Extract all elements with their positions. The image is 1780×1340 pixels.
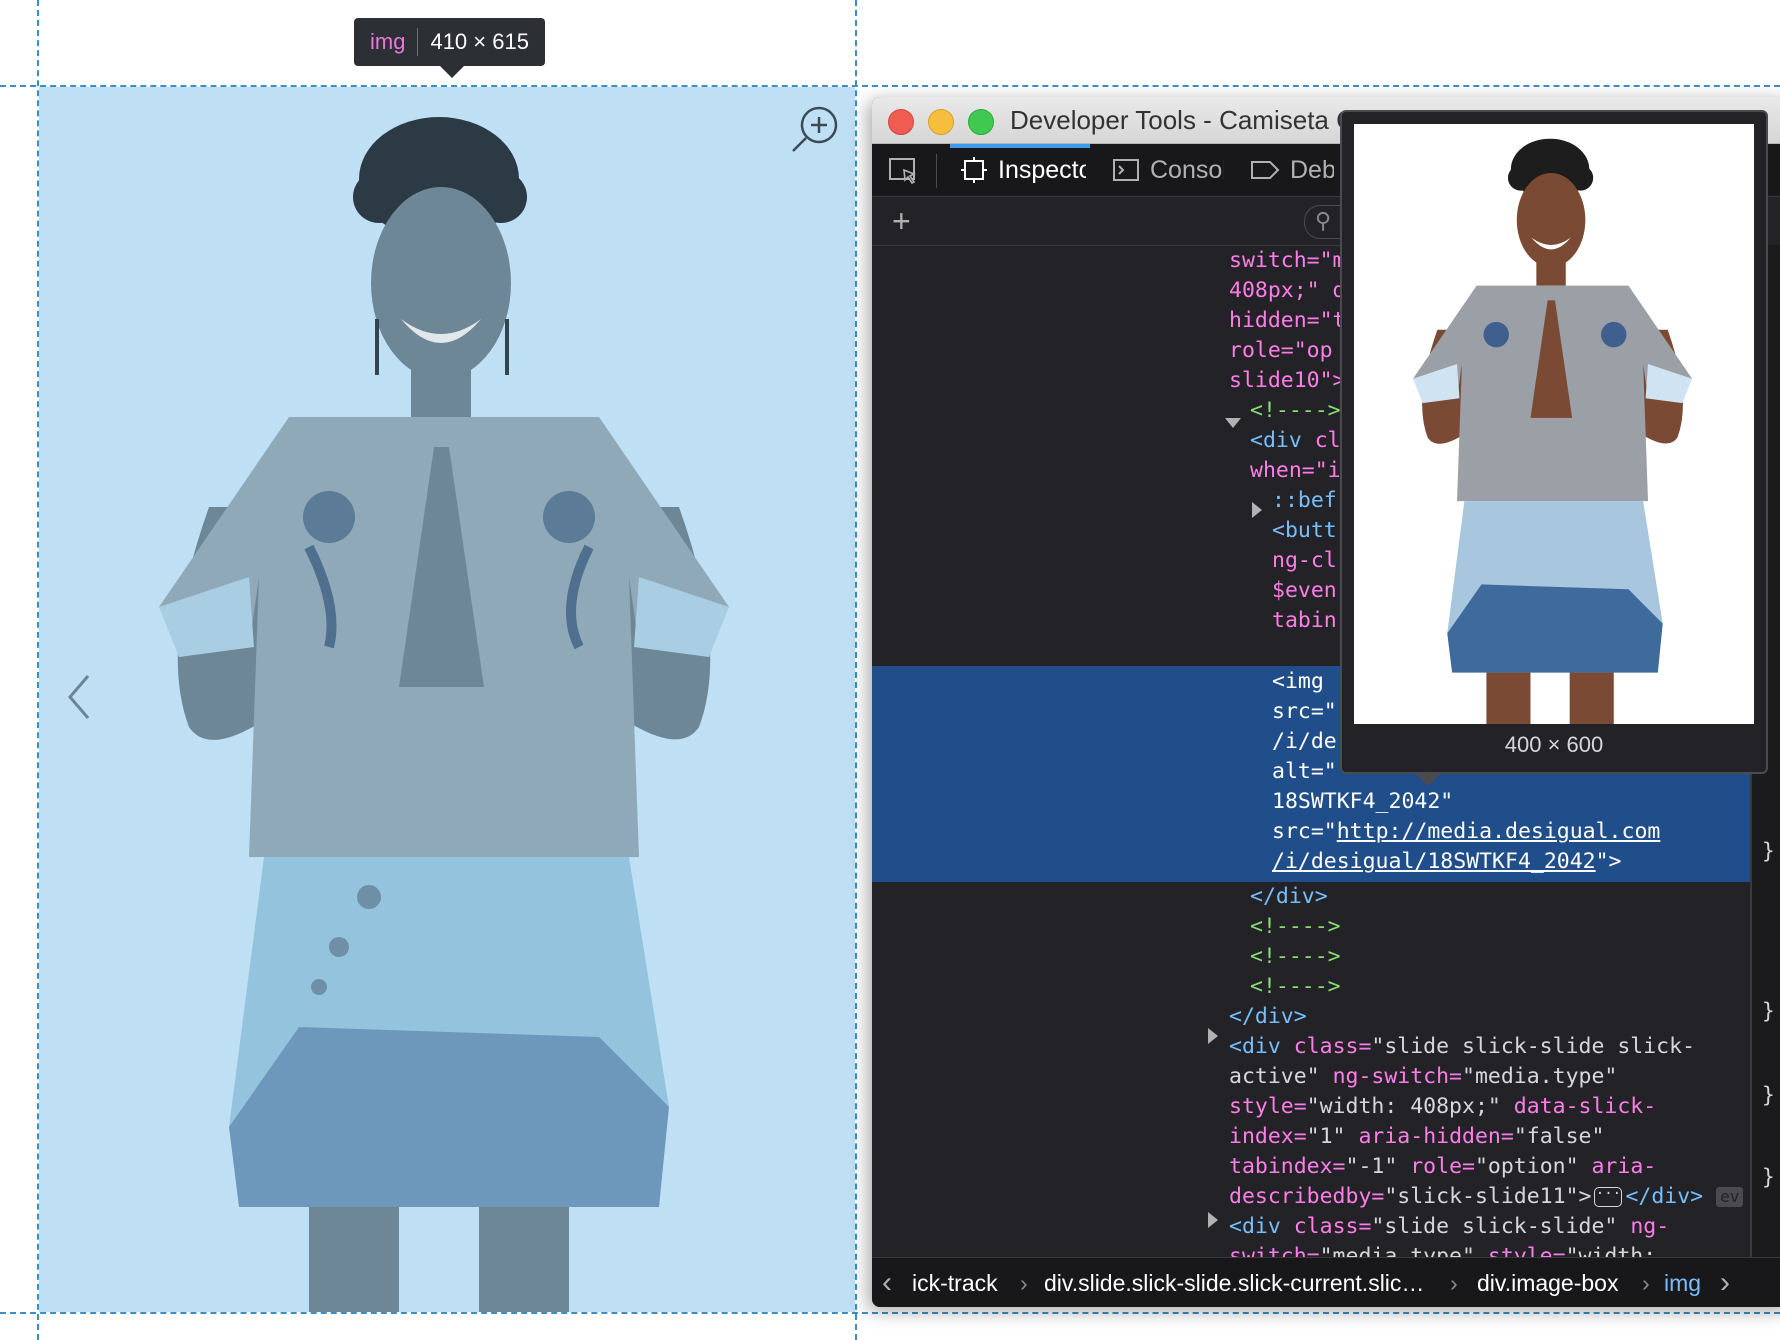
- markup-comment[interactable]: <!---->: [1250, 972, 1341, 1002]
- breadcrumb-separator: ›: [1450, 1270, 1458, 1296]
- tooltip-separator: [417, 28, 419, 56]
- element-size-tooltip: img 410 × 615: [354, 18, 545, 78]
- markup-line[interactable]: switch="m: [1229, 246, 1346, 276]
- collapse-twisty-icon[interactable]: [1225, 418, 1241, 428]
- tooltip-dimensions: 410 × 615: [430, 29, 529, 54]
- markup-line[interactable]: role="op: [1229, 336, 1333, 366]
- chevron-left-icon[interactable]: ‹: [882, 1266, 892, 1300]
- image-preview-tooltip: 400 × 600: [1340, 110, 1768, 786]
- console-icon: [1113, 159, 1139, 181]
- zoom-in-icon[interactable]: [790, 104, 840, 154]
- event-badge[interactable]: ev: [1716, 1187, 1744, 1207]
- expand-twisty-icon[interactable]: [1208, 1212, 1218, 1228]
- markup-line[interactable]: <div class="slide slick-slide" ng-: [1229, 1212, 1669, 1242]
- markup-pseudo[interactable]: ::bef: [1272, 486, 1337, 516]
- markup-line[interactable]: src="http://media.desigual.com: [1272, 817, 1660, 847]
- element-picker-icon[interactable]: [888, 156, 918, 186]
- markup-line[interactable]: /i/de: [1272, 727, 1337, 757]
- markup-line[interactable]: ng-cl: [1272, 546, 1337, 576]
- markup-line[interactable]: 18SWTKF4_2042": [1272, 787, 1453, 817]
- preview-dimensions: 400 × 600: [1504, 732, 1604, 757]
- model-photo: [159, 117, 729, 1312]
- markup-line[interactable]: style="width: 408px;" data-slick-: [1229, 1092, 1656, 1122]
- markup-line[interactable]: <div class="slide slick-slide slick-: [1229, 1032, 1695, 1062]
- collapsed-children-icon[interactable]: ···: [1594, 1187, 1623, 1207]
- tooltip-tag: img: [370, 29, 406, 54]
- search-icon: ⚲: [1315, 208, 1332, 233]
- expand-twisty-icon[interactable]: [1252, 502, 1262, 518]
- breadcrumb-separator: ›: [1642, 1270, 1650, 1296]
- preview-image: [1354, 124, 1754, 724]
- chevron-right-icon[interactable]: ›: [1720, 1266, 1730, 1300]
- markup-comment[interactable]: <!---->: [1250, 912, 1341, 942]
- breadcrumb-item[interactable]: div.image-box: [1477, 1270, 1618, 1297]
- markup-line[interactable]: </div>: [1250, 882, 1328, 912]
- breadcrumb-item[interactable]: ick-track: [912, 1270, 998, 1297]
- tab-debugger-label: Debugger: [1290, 155, 1334, 184]
- tab-inspector[interactable]: Inspector: [950, 144, 1090, 196]
- markup-line[interactable]: when="i: [1250, 456, 1341, 486]
- highlighted-product-image[interactable]: [39, 87, 855, 1312]
- add-node-button[interactable]: +: [892, 205, 911, 237]
- breadcrumb-item-current[interactable]: img: [1664, 1270, 1701, 1297]
- markup-line[interactable]: src=": [1272, 697, 1337, 727]
- image-src-link-continued[interactable]: /i/desigual/18SWTKF4_2042: [1272, 849, 1596, 874]
- markup-line[interactable]: $even: [1272, 576, 1337, 606]
- layout-guide-bottom: [0, 1312, 1780, 1314]
- close-window-button[interactable]: [888, 109, 914, 135]
- markup-line[interactable]: 408px;" d: [1229, 276, 1346, 306]
- tab-console[interactable]: Console: [1112, 144, 1224, 196]
- markup-line[interactable]: /i/desigual/18SWTKF4_2042">: [1272, 847, 1622, 877]
- image-src-link[interactable]: http://media.desigual.com: [1337, 819, 1661, 844]
- selected-img-node[interactable]: <img: [1272, 667, 1324, 697]
- tab-inspector-label: Inspector: [998, 155, 1086, 184]
- window-title: Developer Tools - Camiseta Cre: [1010, 105, 1378, 135]
- markup-line[interactable]: alt=": [1272, 757, 1337, 787]
- markup-line[interactable]: <div cl: [1250, 426, 1341, 456]
- breadcrumb-separator: ›: [1020, 1270, 1028, 1296]
- breadcrumb-item[interactable]: div.slide.slick-slide.slick-current.slic…: [1044, 1270, 1424, 1297]
- minimize-window-button[interactable]: [928, 109, 954, 135]
- layout-guide-right: [855, 0, 857, 1340]
- markup-line[interactable]: </div>: [1229, 1002, 1307, 1032]
- markup-line[interactable]: tabin: [1272, 606, 1337, 636]
- tab-console-label: Console: [1150, 155, 1224, 184]
- markup-line[interactable]: active" ng-switch="media.type": [1229, 1062, 1617, 1092]
- markup-line[interactable]: slide10">: [1229, 366, 1346, 396]
- chevron-left-icon[interactable]: [64, 672, 94, 722]
- markup-line[interactable]: <butt: [1272, 516, 1337, 546]
- markup-comment[interactable]: <!---->: [1250, 396, 1341, 426]
- zoom-window-button[interactable]: [968, 109, 994, 135]
- inspector-icon: [961, 157, 987, 183]
- markup-comment[interactable]: <!---->: [1250, 942, 1341, 972]
- breadcrumb: ‹ ick-track › div.slide.slick-slide.slic…: [872, 1257, 1780, 1307]
- tab-debugger[interactable]: Debugger: [1250, 144, 1334, 196]
- toolbar-divider: [936, 154, 937, 188]
- markup-line[interactable]: hidden="t: [1229, 306, 1346, 336]
- markup-line[interactable]: tabindex="-1" role="option" aria-: [1229, 1152, 1656, 1182]
- expand-twisty-icon[interactable]: [1208, 1028, 1218, 1044]
- debugger-icon: [1251, 161, 1280, 179]
- preview-model-photo: [1354, 124, 1754, 724]
- markup-line[interactable]: index="1" aria-hidden="false": [1229, 1122, 1604, 1152]
- markup-line[interactable]: describedby="slick-slide11"> ··· </div> ev: [1229, 1182, 1744, 1212]
